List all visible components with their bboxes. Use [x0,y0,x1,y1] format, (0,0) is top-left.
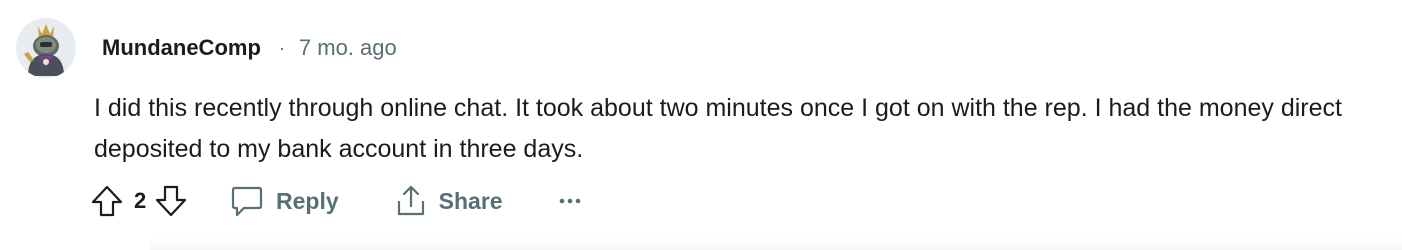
avatar-image [16,18,76,78]
share-button[interactable]: Share [395,184,503,218]
avatar[interactable] [16,18,76,78]
comment-actions: 2 Reply Share [90,180,593,222]
speech-bubble-icon [231,186,263,217]
ellipsis-icon [559,198,580,204]
more-options-button[interactable] [559,197,593,205]
comment-meta: MundaneComp · 7 mo. ago [102,33,397,63]
vote-score: 2 [134,188,147,213]
meta-separator: · [278,37,285,58]
reply-label: Reply [276,187,339,214]
share-upload-icon [397,185,424,216]
next-comment-fade [150,238,1402,250]
downvote-button[interactable] [154,184,188,218]
comment: MundaneComp · 7 mo. ago I did this recen… [0,0,1402,250]
timestamp[interactable]: 7 mo. ago [299,35,397,61]
comment-body: I did this recently through online chat.… [94,94,1342,163]
downvote-arrow-icon [155,185,187,217]
upvote-arrow-icon [91,185,123,217]
username[interactable]: MundaneComp [102,35,261,61]
upvote-button[interactable] [90,184,124,218]
share-label: Share [438,187,503,214]
reply-button[interactable]: Reply [230,184,339,218]
